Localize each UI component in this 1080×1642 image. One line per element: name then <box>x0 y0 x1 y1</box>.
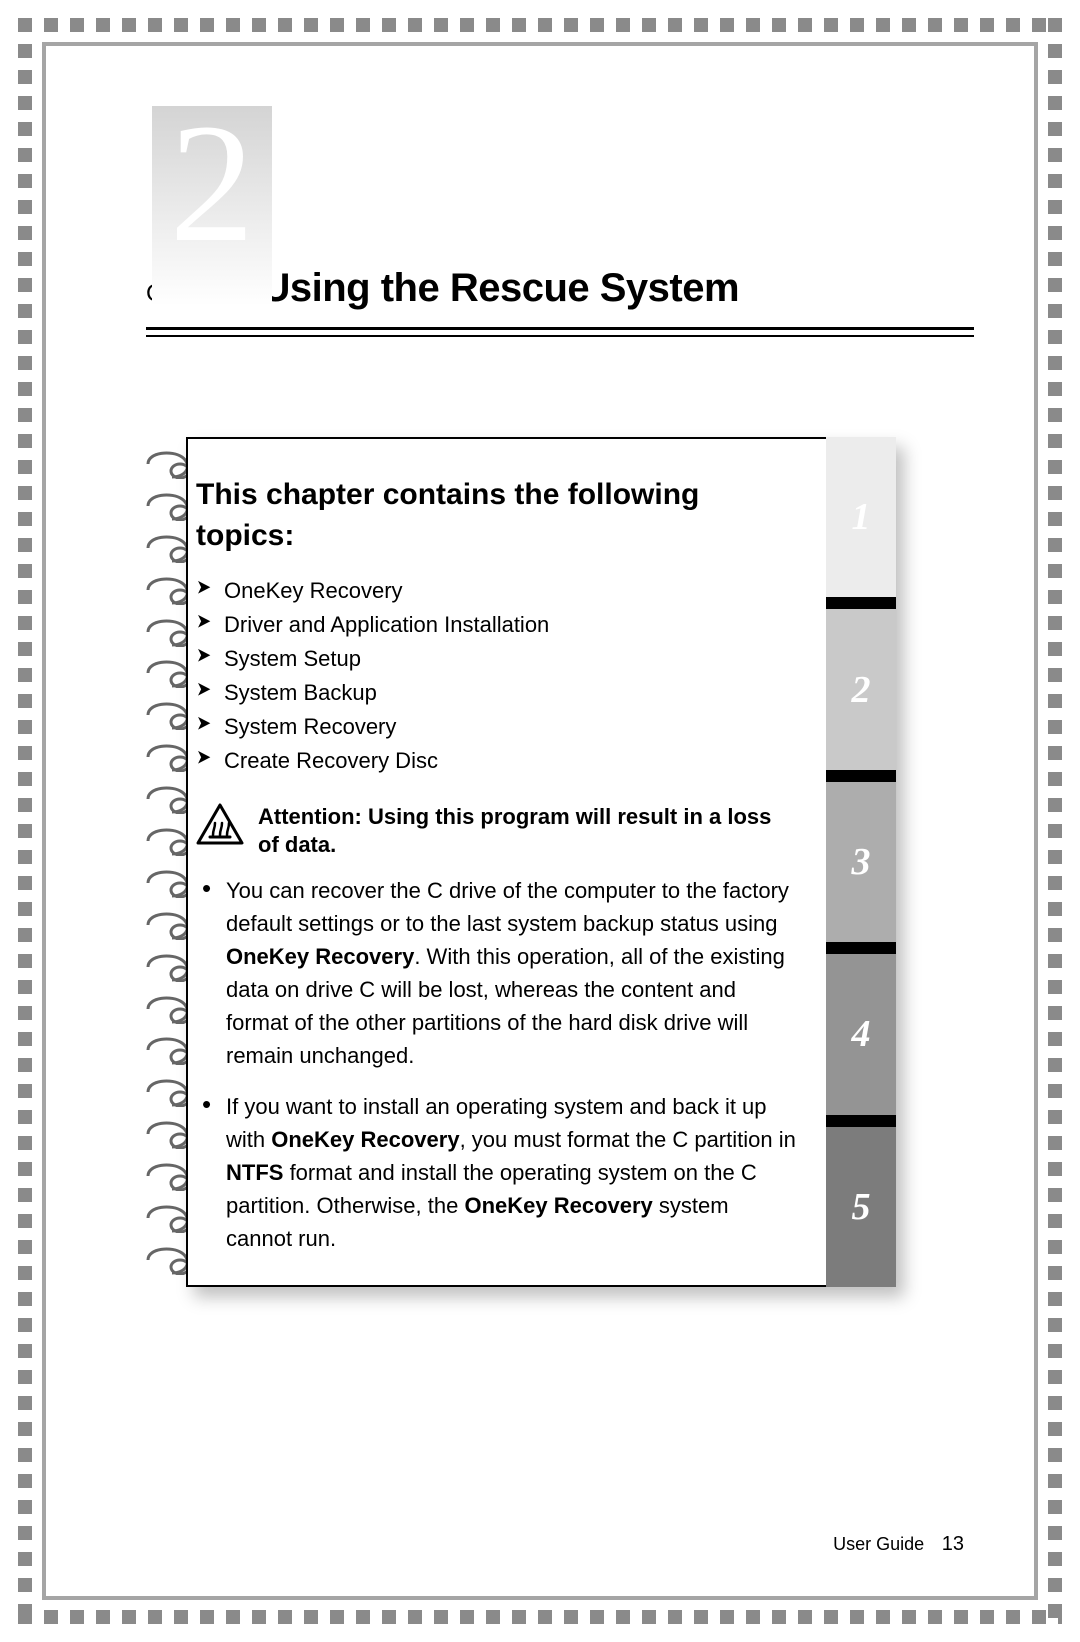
chapter-header: 2 Chapter Using the Rescue System <box>146 116 974 337</box>
topic-item: System Backup <box>196 676 796 710</box>
topic-item: Create Recovery Disc <box>196 744 796 778</box>
topics-list: OneKey Recovery Driver and Application I… <box>196 574 796 779</box>
page-number: 13 <box>942 1533 964 1555</box>
topic-item: OneKey Recovery <box>196 574 796 608</box>
chapter-number-badge: 2 <box>152 106 272 306</box>
attention-text: Attention: Using this program will resul… <box>258 803 796 860</box>
chapter-number: 2 <box>170 98 255 268</box>
attention-callout: Attention: Using this program will resul… <box>196 803 796 860</box>
topic-item: System Setup <box>196 642 796 676</box>
footer-label: User Guide <box>833 1534 924 1554</box>
note-item: If you want to install an operating syst… <box>196 1090 796 1255</box>
chapter-rule <box>146 327 974 337</box>
topics-notebook: 1 2 3 4 5 This chapter contains the foll… <box>136 437 896 1287</box>
warning-hot-icon <box>196 803 244 847</box>
topic-item: System Recovery <box>196 710 796 744</box>
notes-list: You can recover the C drive of the compu… <box>196 874 796 1255</box>
chapter-title: Using the Rescue System <box>261 266 739 311</box>
note-item: You can recover the C drive of the compu… <box>196 874 796 1072</box>
page-footer: User Guide 13 <box>833 1533 964 1556</box>
topics-heading: This chapter contains the following topi… <box>196 475 796 556</box>
topic-item: Driver and Application Installation <box>196 608 796 642</box>
